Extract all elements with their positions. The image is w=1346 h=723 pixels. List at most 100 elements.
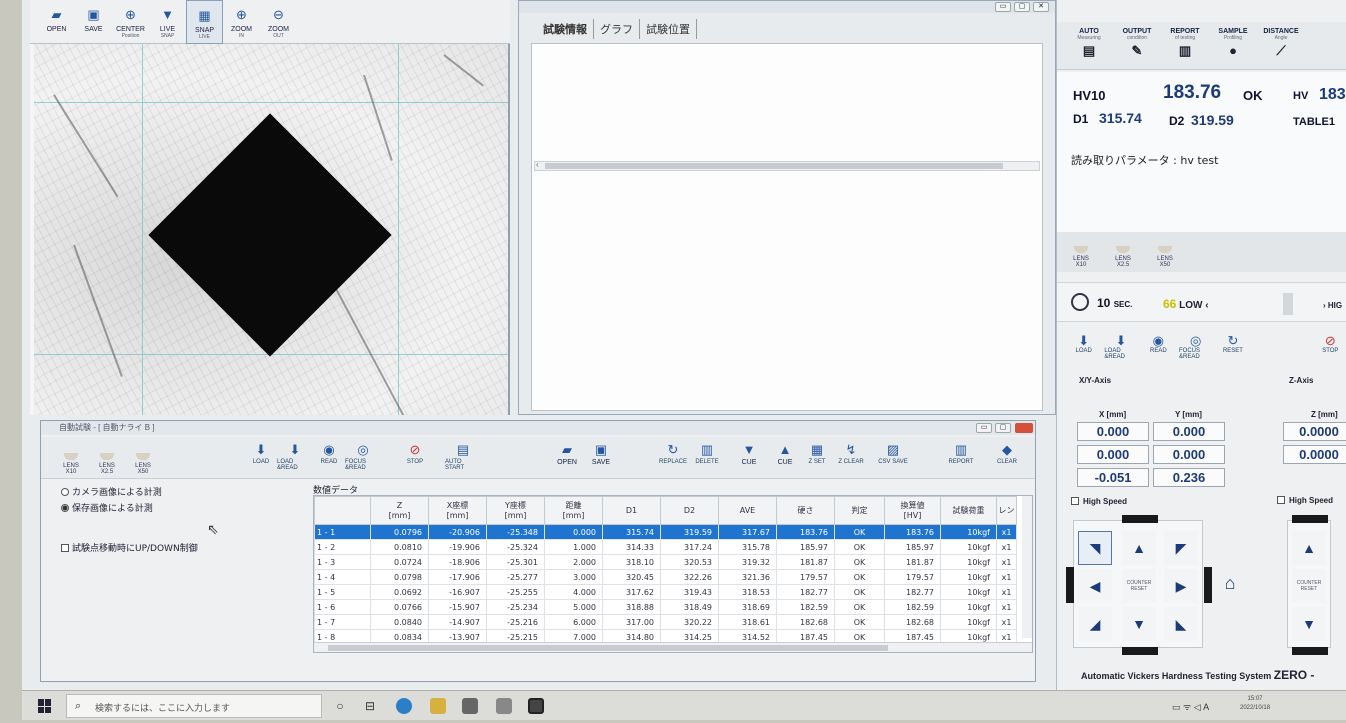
y-target-field[interactable]: 0.000 xyxy=(1153,422,1225,441)
cam-toolbar-button[interactable]: ▰ OPEN xyxy=(38,0,75,44)
camera-view[interactable] xyxy=(34,44,508,415)
jog-up-right-button[interactable]: ◤ xyxy=(1164,531,1198,565)
auto-lens-button[interactable]: LENS X10 xyxy=(57,439,85,475)
measure-toolbar-button[interactable]: OUTPUT condition ✎ xyxy=(1117,22,1157,69)
auto-toolbar-button[interactable]: ▤ AUTO START xyxy=(445,443,481,472)
taskbar-clock[interactable]: 15:07 2022/10/18 xyxy=(1240,695,1270,713)
cam-toolbar-button[interactable]: ⊕ ZOOM IN xyxy=(223,0,260,44)
table-row[interactable]: 1 - 1 0.0796 -20.906 -25.348 0.000 315.74 319.… xyxy=(314,524,1017,540)
checkbox[interactable] xyxy=(1277,496,1285,504)
auto-toolbar-button[interactable]: ▨ CSV SAVE xyxy=(875,443,911,466)
task-view-icon[interactable]: ⊟ xyxy=(362,698,378,714)
scrollbar-thumb[interactable] xyxy=(545,163,1003,169)
jog-down-button[interactable]: ▼ xyxy=(1122,607,1156,641)
column-header[interactable]: Z [mm] xyxy=(370,496,429,525)
cam-toolbar-button[interactable]: ▦ SNAP LIVE xyxy=(186,0,223,44)
auto-toolbar-button[interactable]: ▥ REPORT xyxy=(943,443,979,466)
measure-toolbar-button[interactable]: SAMPLE Profiling ● xyxy=(1213,22,1253,69)
radio-button[interactable] xyxy=(61,488,69,496)
updown-control-checkbox[interactable]: 試験点移動時にUP/DOWN制御 xyxy=(61,541,198,554)
action-button[interactable]: ◉ READ xyxy=(1142,326,1175,368)
column-header[interactable]: 判定 xyxy=(834,496,885,525)
action-button[interactable]: ↻ RESET xyxy=(1216,326,1249,368)
y-offset-field[interactable]: 0.000 xyxy=(1153,445,1225,464)
file-explorer-icon[interactable] xyxy=(430,698,446,714)
auto-toolbar-button[interactable]: ⬇ LOAD xyxy=(243,443,279,466)
lens-button[interactable]: LENS X50 xyxy=(1151,232,1179,272)
home-icon[interactable]: ⌂ xyxy=(1213,566,1247,600)
z-current-field[interactable]: 0.0000 xyxy=(1283,445,1346,464)
column-header[interactable]: 換算値 [HV] xyxy=(884,496,941,525)
action-button[interactable]: ⊘ STOP xyxy=(1314,326,1346,368)
vertical-scrollbar[interactable] xyxy=(1022,496,1032,638)
auto-lens-button[interactable]: LENS X2.5 xyxy=(93,439,121,475)
lens-button[interactable]: LENS X2.5 xyxy=(1109,232,1137,272)
y-current-field[interactable]: 0.236 xyxy=(1153,468,1225,487)
mail-icon[interactable] xyxy=(496,698,512,714)
table-row[interactable]: 1 - 6 0.0766 -15.907 -25.234 5.000 318.88 318.… xyxy=(314,599,1017,615)
auto-toolbar-button[interactable]: ◎ FOCUS &READ xyxy=(345,443,381,472)
jog-up-button[interactable]: ▲ xyxy=(1122,531,1156,565)
tester-app-icon[interactable] xyxy=(528,698,544,714)
auto-toolbar-button[interactable]: ◆ CLEAR xyxy=(989,443,1025,466)
x-offset-field[interactable]: 0.000 xyxy=(1077,445,1149,464)
table-horizontal-scrollbar[interactable] xyxy=(314,642,1032,652)
auto-toolbar-button[interactable]: ⬇ LOAD &READ xyxy=(277,443,313,472)
counter-reset-button[interactable]: COUNTER RESET xyxy=(1122,569,1156,603)
measure-toolbar-button[interactable]: REPORT of testing ▥ xyxy=(1165,22,1205,69)
auto-toolbar-button[interactable]: ↯ Z CLEAR xyxy=(833,443,869,466)
checkbox[interactable] xyxy=(61,544,69,552)
auto-toolbar-button[interactable]: ▲ CUE xyxy=(767,443,803,467)
column-header[interactable]: レン xyxy=(996,496,1017,525)
x-current-field[interactable]: -0.051 xyxy=(1077,468,1149,487)
xy-high-speed[interactable]: High Speed xyxy=(1071,497,1127,506)
tab-graph[interactable]: グラフ xyxy=(594,19,640,39)
checkbox[interactable] xyxy=(1071,497,1079,505)
horizontal-scrollbar[interactable]: ‹ xyxy=(534,160,1040,171)
jog-down-right-button[interactable]: ◣ xyxy=(1164,607,1198,641)
tab-test-info[interactable]: 試験情報 xyxy=(537,19,594,39)
cam-toolbar-button[interactable]: ▼ LIVE SNAP xyxy=(149,0,186,44)
windows-start-icon[interactable] xyxy=(38,699,52,713)
scrollbar-thumb[interactable] xyxy=(328,645,888,651)
z-down-button[interactable]: ▼ xyxy=(1292,607,1326,641)
column-header[interactable]: 硬さ xyxy=(776,496,835,525)
auto-lens-button[interactable]: LENS X50 xyxy=(129,439,157,475)
radio-camera-image[interactable]: カメラ画像による計測 xyxy=(61,485,162,498)
cam-toolbar-button[interactable]: ⊕ CENTER Position xyxy=(112,0,149,44)
minimize-button[interactable]: ▭ xyxy=(995,2,1011,12)
column-header[interactable]: AVE xyxy=(718,496,777,525)
measure-toolbar-button[interactable]: AUTO Measuring ▤ xyxy=(1069,22,1109,69)
maximize-button[interactable]: ▢ xyxy=(1014,2,1030,12)
auto-toolbar-button[interactable]: ▣ SAVE xyxy=(583,443,619,467)
close-button[interactable]: ✕ xyxy=(1033,2,1049,12)
tab-test-position[interactable]: 試験位置 xyxy=(640,19,697,39)
column-header[interactable]: X座標 [mm] xyxy=(428,496,487,525)
edge-icon[interactable] xyxy=(396,698,412,714)
cam-toolbar-button[interactable]: ⊖ ZOOM OUT xyxy=(260,0,297,44)
auto-toolbar-button[interactable]: ▦ Z SET xyxy=(799,443,835,466)
column-header[interactable]: 距離 [mm] xyxy=(544,496,603,525)
x-target-field[interactable]: 0.000 xyxy=(1077,422,1149,441)
table-row[interactable]: 1 - 2 0.0810 -19.906 -25.324 1.000 314.33 317.… xyxy=(314,539,1017,555)
auto-toolbar-button[interactable]: ⊘ STOP xyxy=(397,443,433,466)
column-header[interactable] xyxy=(314,496,371,525)
radio-saved-image[interactable]: 保存画像による計測 xyxy=(61,501,153,514)
jog-right-button[interactable]: ▶ xyxy=(1164,569,1198,603)
table-row[interactable]: 1 - 3 0.0724 -18.906 -25.301 2.000 318.10 320.… xyxy=(314,554,1017,570)
action-button[interactable]: ◎ FOCUS &READ xyxy=(1179,326,1212,368)
table-row[interactable]: 1 - 5 0.0692 -16.907 -25.255 4.000 317.62 319.… xyxy=(314,584,1017,600)
jog-left-button[interactable]: ◀ xyxy=(1078,569,1112,603)
column-header[interactable]: Y座標 [mm] xyxy=(486,496,545,525)
dwell-time[interactable]: 10 SEC. xyxy=(1097,296,1132,310)
jog-up-left-button[interactable]: ◢ xyxy=(1078,607,1112,641)
action-button[interactable]: ⬇ LOAD &READ xyxy=(1104,326,1137,368)
table-row[interactable]: 1 - 7 0.0840 -14.907 -25.216 6.000 317.00 320.… xyxy=(314,614,1017,630)
column-header[interactable]: 試験荷重 xyxy=(940,496,997,525)
store-icon[interactable] xyxy=(462,698,478,714)
auto-toolbar-button[interactable]: ▥ DELETE xyxy=(689,443,725,466)
auto-toolbar-button[interactable]: ▼ CUE xyxy=(731,443,767,467)
z-counter-reset-button[interactable]: COUNTER RESET xyxy=(1292,569,1326,603)
speed-slider-handle[interactable] xyxy=(1283,293,1293,315)
column-header[interactable]: D2 xyxy=(660,496,719,525)
